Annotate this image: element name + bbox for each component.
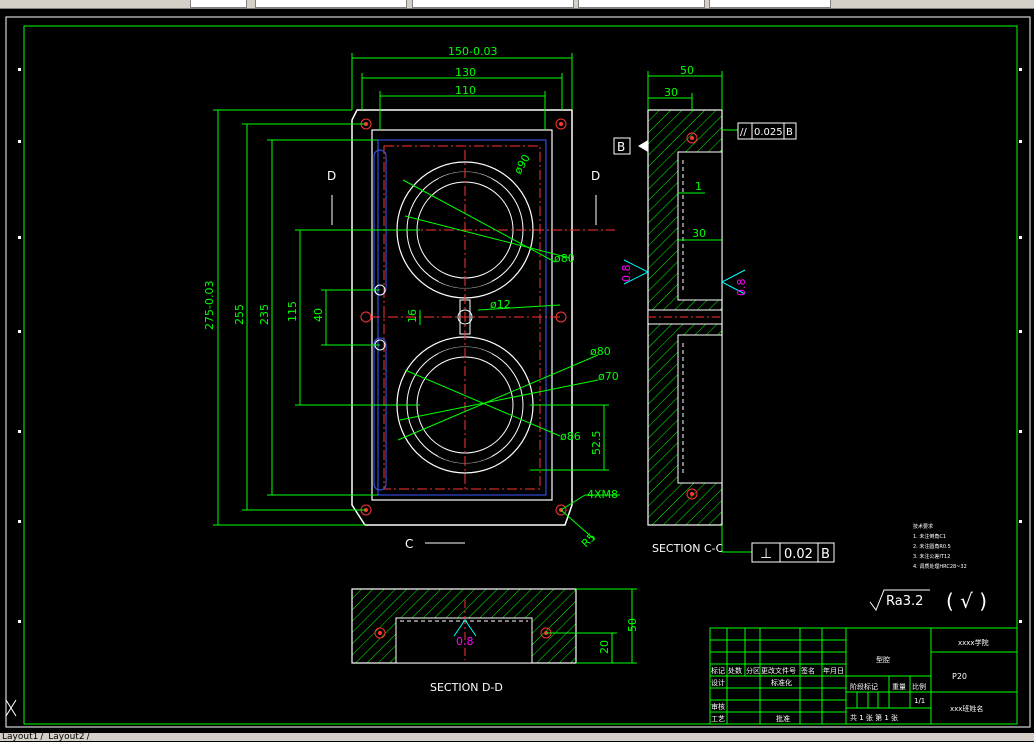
tb-ratio: 比例 bbox=[912, 682, 926, 691]
lineweight-dropdown[interactable] bbox=[412, 0, 574, 8]
border-ticks bbox=[18, 68, 1022, 623]
dim-150: 150-0.03 bbox=[448, 45, 497, 58]
tb-zone: 分区 bbox=[746, 666, 760, 675]
note-1: 1. 未注倒角C1 bbox=[913, 533, 946, 540]
section-cc-title: SECTION C-C bbox=[652, 542, 724, 555]
tb-standard: 标准化 bbox=[771, 678, 792, 687]
parallel-tolerance: // 0.025 B bbox=[737, 122, 797, 140]
tb-school: xxxx学院 bbox=[958, 638, 989, 647]
section-cc-view bbox=[647, 109, 723, 526]
datum-b: B bbox=[613, 137, 648, 155]
dim-255: 255 bbox=[233, 304, 246, 325]
parallel-symbol: // bbox=[740, 127, 747, 138]
note-4: 4. 调质处理HRC28~32 bbox=[913, 563, 967, 570]
title-block-text: xxxx学院 型腔 P20 xxx班姓名 1/1 标记 处数 分区 更改文件号 … bbox=[711, 638, 989, 723]
roughness-08a: 0.8 bbox=[620, 265, 633, 283]
tb-sheets: 共 1 张 第 1 张 bbox=[850, 713, 898, 722]
dim-40: 40 bbox=[312, 308, 325, 322]
section-dd-dim-text: 50 20 bbox=[598, 618, 639, 654]
tb-date: 年月日 bbox=[823, 666, 844, 675]
perp-tolerance: ⊥ 0.02 B bbox=[721, 525, 835, 563]
tb-mark: 标记 bbox=[711, 666, 725, 675]
dim-d80b: ø80 bbox=[590, 345, 611, 358]
tb-stage: 阶段标记 bbox=[850, 682, 878, 691]
drawing-canvas[interactable]: 150-0.03 130 110 275-0.03 255 235 115 40… bbox=[0, 8, 1034, 733]
section-mark-d-right: D bbox=[591, 169, 600, 183]
layout-tabs: Layout1/ Layout2/ bbox=[0, 733, 1034, 742]
tb-part: 型腔 bbox=[876, 655, 890, 664]
roughness-08c: 0.8 bbox=[456, 635, 474, 648]
front-labels: D D C bbox=[327, 169, 600, 551]
section-dd-view: 0.8 bbox=[351, 588, 577, 664]
perp-symbol: ⊥ bbox=[760, 546, 772, 562]
dim-d80a: ø80 bbox=[554, 252, 575, 265]
dim-d12: ø12 bbox=[490, 298, 511, 311]
tb-signature: 签名 bbox=[801, 666, 815, 675]
dim-d70: ø70 bbox=[598, 370, 619, 383]
tb-weight: 重量 bbox=[892, 683, 906, 691]
front-dim-text: 150-0.03 130 110 275-0.03 255 235 115 40… bbox=[203, 45, 619, 550]
ucs-icon bbox=[5, 699, 17, 717]
dim-side-50: 50 bbox=[680, 64, 694, 77]
ra-value: Ra3.2 bbox=[886, 594, 923, 609]
parallel-value: 0.025 bbox=[754, 127, 783, 138]
dim-16: 16 bbox=[406, 309, 419, 323]
linetype-dropdown[interactable] bbox=[255, 0, 407, 8]
perp-value: 0.02 bbox=[784, 547, 813, 562]
tb-process: 工艺 bbox=[711, 715, 725, 723]
tb-count: 处数 bbox=[728, 666, 742, 675]
section-mark-d-left: D bbox=[327, 169, 336, 183]
front-dimensions bbox=[213, 53, 620, 541]
parallel-ref: B bbox=[786, 127, 793, 138]
dim-110: 110 bbox=[455, 84, 476, 97]
tech-notes: 技术要求 1. 未注倒角C1 2. 未注圆角R0.5 3. 未注公差IT12 4… bbox=[913, 523, 967, 570]
dim-side-30: 30 bbox=[664, 86, 678, 99]
dim-sec-50: 50 bbox=[626, 618, 639, 632]
dim-52-5: 52.5 bbox=[590, 431, 603, 456]
plotstyle-dropdown[interactable] bbox=[578, 0, 705, 8]
dim-r5: R5 bbox=[579, 531, 599, 551]
perp-ref: B bbox=[821, 547, 830, 562]
section-dd-title: SECTION D-D bbox=[430, 681, 503, 694]
note-2: 2. 未注圆角R0.5 bbox=[913, 543, 951, 550]
tb-change-doc: 更改文件号 bbox=[761, 666, 796, 675]
layer-dropdown[interactable] bbox=[190, 0, 247, 8]
tb-review: 审核 bbox=[711, 702, 725, 711]
section-mark-c: C bbox=[405, 537, 413, 551]
datum-b-label: B bbox=[617, 140, 625, 154]
roughness-08b: 0.8 bbox=[735, 279, 748, 297]
front-view bbox=[331, 109, 615, 544]
tb-approve: 批准 bbox=[776, 714, 790, 723]
dim-d86: ø86 bbox=[560, 430, 581, 443]
dim-sec-20: 20 bbox=[598, 640, 611, 654]
dim-275: 275-0.03 bbox=[203, 281, 216, 330]
dim-235: 235 bbox=[258, 304, 271, 325]
note-3: 3. 未注公差IT12 bbox=[913, 553, 950, 560]
dim-side-30b: 30 bbox=[692, 227, 706, 240]
general-roughness: Ra3.2 ( √ ) bbox=[869, 589, 987, 613]
dim-m8: 4XM8 bbox=[587, 488, 618, 501]
ra-paren-check: ( √ ) bbox=[946, 589, 987, 613]
tb-name: xxx班姓名 bbox=[950, 704, 983, 713]
tb-design: 设计 bbox=[711, 678, 725, 687]
notes-title: 技术要求 bbox=[913, 523, 933, 530]
tb-scale: 1/1 bbox=[914, 697, 925, 705]
dim-side-1: 1 bbox=[695, 180, 702, 193]
dim-d90: ø90 bbox=[511, 152, 533, 176]
dim-130: 130 bbox=[455, 66, 476, 79]
tb-code: P20 bbox=[952, 672, 967, 681]
dim-115: 115 bbox=[286, 301, 299, 322]
color-dropdown[interactable] bbox=[709, 0, 831, 8]
